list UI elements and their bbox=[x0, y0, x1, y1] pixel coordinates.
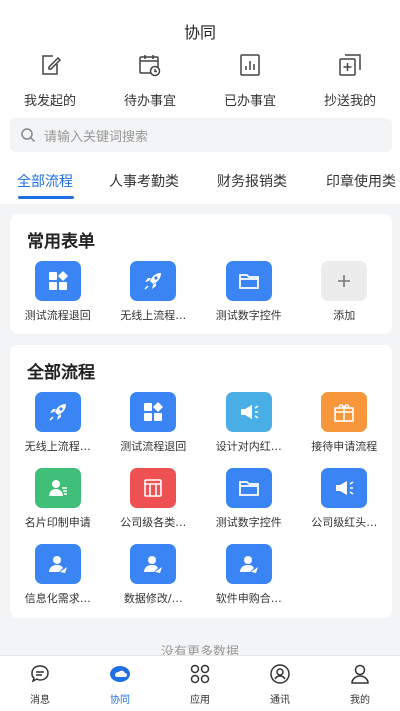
quick-action-done[interactable]: 已办事宜 bbox=[200, 52, 300, 109]
nav-label: 通讯 bbox=[270, 695, 290, 706]
add-form-label: 添加 bbox=[333, 309, 356, 322]
gift-icon bbox=[321, 392, 368, 432]
bar-chart-document-icon bbox=[240, 54, 260, 76]
all-flows-card: 全部流程 无线上流程… 测试流程退回 设计对内红… 接待申请流程 名片印制申请 … bbox=[10, 345, 392, 618]
flow-item-label: 软件申购合… bbox=[215, 592, 282, 605]
flow-item[interactable]: 信息化需求… bbox=[10, 544, 106, 620]
tab-hr-attendance[interactable]: 人事考勤类 bbox=[109, 171, 179, 191]
page-title: 协同 bbox=[183, 23, 216, 42]
calculator-icon bbox=[130, 468, 177, 508]
flow-item-label: 设计对内红… bbox=[215, 440, 282, 453]
search-icon bbox=[21, 128, 36, 143]
all-flows-grid: 无线上流程… 测试流程退回 设计对内红… 接待申请流程 名片印制申请 公司级各类… bbox=[10, 392, 392, 620]
tab-seal-usage[interactable]: 印章使用类 bbox=[326, 171, 396, 191]
flow-item-label: 接待申请流程 bbox=[311, 440, 378, 453]
rocket-icon bbox=[34, 392, 81, 432]
common-forms-title: 常用表单 bbox=[27, 232, 95, 252]
common-forms-grid: 测试流程退回 无线上流程… 测试数字控件 添加 bbox=[10, 261, 392, 337]
rocket-icon bbox=[130, 261, 177, 301]
quick-action-label: 待办事宜 bbox=[123, 94, 176, 109]
copy-add-icon bbox=[339, 54, 361, 76]
cloud-icon bbox=[110, 666, 130, 682]
form-item[interactable]: 测试数字控件 bbox=[201, 261, 297, 337]
flow-item[interactable]: 名片印制申请 bbox=[10, 468, 106, 544]
user-send-icon bbox=[130, 544, 177, 584]
header: 协同 我发起的 待办事宜 已办事宜 抄送我的 bbox=[0, 0, 400, 118]
quick-action-label: 我发起的 bbox=[23, 94, 76, 109]
bottom-nav: 消息 协同 应用 通讯 我的 bbox=[0, 655, 400, 711]
profile-icon bbox=[351, 664, 369, 684]
grid-icon bbox=[130, 392, 177, 432]
flow-item-label: 数据修改/… bbox=[123, 592, 183, 605]
folder-icon bbox=[225, 261, 272, 301]
flow-item[interactable]: 无线上流程… bbox=[10, 392, 106, 468]
flow-item-label: 公司级红头… bbox=[311, 516, 378, 529]
active-tab-indicator bbox=[18, 196, 74, 199]
form-item[interactable]: 测试流程退回 bbox=[10, 261, 106, 337]
common-forms-card: 常用表单 测试流程退回 无线上流程… 测试数字控件 添加 bbox=[10, 214, 392, 334]
nav-label: 消息 bbox=[30, 695, 50, 706]
tab-all-flows[interactable]: 全部流程 bbox=[17, 171, 73, 191]
megaphone-icon bbox=[321, 468, 368, 508]
nav-profile[interactable]: 我的 bbox=[320, 656, 400, 711]
quick-action-todo[interactable]: 待办事宜 bbox=[100, 52, 200, 109]
flow-item[interactable]: 公司级红头… bbox=[297, 468, 393, 544]
search-bar-container: 请输入关键词搜索 bbox=[0, 118, 400, 158]
flow-item-label: 测试流程退回 bbox=[120, 440, 187, 453]
nav-label: 应用 bbox=[190, 695, 210, 706]
user-send-icon bbox=[225, 544, 272, 584]
form-item-label: 无线上流程… bbox=[120, 309, 187, 322]
flow-item-label: 公司级各类… bbox=[120, 516, 187, 529]
form-item-label: 测试流程退回 bbox=[24, 309, 91, 322]
flow-item[interactable]: 公司级各类… bbox=[106, 468, 202, 544]
nav-collaboration[interactable]: 协同 bbox=[80, 656, 160, 711]
flow-item[interactable]: 测试数字控件 bbox=[201, 468, 297, 544]
contact-card-icon bbox=[34, 468, 81, 508]
quick-action-initiated[interactable]: 我发起的 bbox=[0, 52, 100, 109]
nav-label: 我的 bbox=[350, 695, 370, 706]
flow-item-label: 信息化需求… bbox=[24, 592, 91, 605]
empty-cell bbox=[297, 544, 393, 620]
form-item[interactable]: 无线上流程… bbox=[106, 261, 202, 337]
search-input[interactable]: 请输入关键词搜索 bbox=[10, 118, 392, 152]
form-item-label: 测试数字控件 bbox=[215, 309, 282, 322]
quick-action-label: 已办事宜 bbox=[223, 94, 276, 109]
nav-messages[interactable]: 消息 bbox=[0, 656, 80, 711]
flow-item[interactable]: 设计对内红… bbox=[201, 392, 297, 468]
flow-item[interactable]: 接待申请流程 bbox=[297, 392, 393, 468]
flow-item[interactable]: 测试流程退回 bbox=[106, 392, 202, 468]
contacts-icon bbox=[270, 664, 290, 684]
quick-action-cc[interactable]: 抄送我的 bbox=[300, 52, 400, 109]
chat-icon bbox=[31, 665, 49, 683]
edit-document-icon bbox=[42, 55, 62, 75]
all-flows-title: 全部流程 bbox=[27, 363, 95, 383]
user-send-icon bbox=[34, 544, 81, 584]
flow-item-label: 名片印制申请 bbox=[24, 516, 91, 529]
nav-apps[interactable]: 应用 bbox=[160, 656, 240, 711]
category-tabs: 全部流程 人事考勤类 财务报销类 印章使用类 bbox=[0, 158, 400, 204]
flow-item[interactable]: 软件申购合… bbox=[201, 544, 297, 620]
grid-icon bbox=[34, 261, 81, 301]
nav-contacts[interactable]: 通讯 bbox=[240, 656, 320, 711]
nav-label: 协同 bbox=[110, 695, 130, 706]
search-placeholder: 请输入关键词搜索 bbox=[44, 129, 149, 145]
flow-item[interactable]: 数据修改/… bbox=[106, 544, 202, 620]
megaphone-icon bbox=[225, 392, 272, 432]
quick-actions: 我发起的 待办事宜 已办事宜 抄送我的 bbox=[0, 52, 400, 109]
apps-icon bbox=[190, 664, 210, 684]
calendar-clock-icon bbox=[139, 55, 161, 77]
flow-item-label: 测试数字控件 bbox=[215, 516, 282, 529]
quick-action-label: 抄送我的 bbox=[323, 94, 376, 109]
plus-icon bbox=[321, 261, 368, 301]
add-form-button[interactable]: 添加 bbox=[297, 261, 393, 337]
flow-item-label: 无线上流程… bbox=[24, 440, 91, 453]
tab-finance-reimbursement[interactable]: 财务报销类 bbox=[217, 171, 287, 191]
folder-icon bbox=[225, 468, 272, 508]
